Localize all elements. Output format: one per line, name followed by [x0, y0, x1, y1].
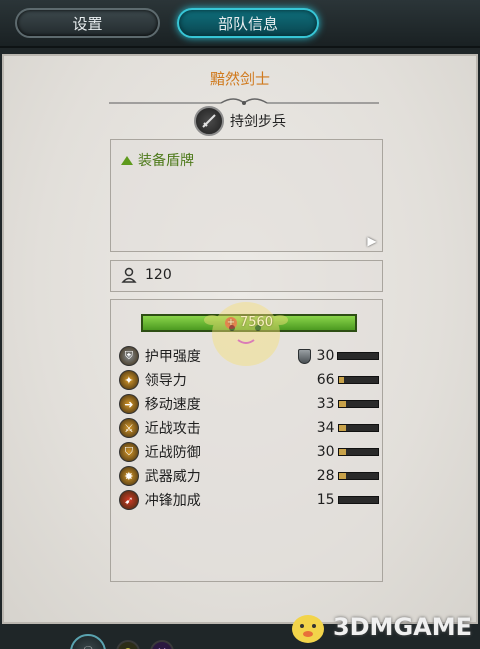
stat-row: ⛉ 近战防御 30 [119, 441, 379, 463]
stat-label: 近战防御 [144, 445, 201, 461]
stat-value: 30 [316, 348, 335, 364]
unit-size: 120 [121, 267, 172, 283]
stat-value: 15 [316, 492, 335, 508]
shield-icon [297, 348, 311, 364]
charge-bonus-icon: ➹ [119, 490, 139, 510]
melee-defence-icon: ⛉ [119, 442, 139, 462]
stat-label: 近战攻击 [144, 421, 201, 437]
stat-value: 28 [316, 468, 335, 484]
sword-infantry-icon [194, 106, 224, 136]
stat-row: ➜ 移动速度 33 [119, 393, 379, 415]
stat-bar-fill [338, 473, 346, 479]
watermark-mascot [204, 302, 288, 366]
tab-unit-info[interactable]: 部队信息 [177, 8, 319, 38]
stat-value: 34 [316, 420, 335, 436]
expand-arrow-icon[interactable]: ▶ [366, 234, 378, 248]
mascot-logo-icon [291, 615, 324, 643]
ability-label: 装备盾牌 [138, 153, 194, 169]
stat-bar [337, 472, 379, 480]
stat-bar-fill [338, 377, 345, 383]
stat-label: 冲锋加成 [144, 493, 201, 509]
stat-bar [337, 448, 379, 456]
watermark-text: 3DMGAME [332, 613, 472, 641]
stat-label: 移动速度 [144, 397, 201, 413]
watermark: 3DMGAME [287, 609, 472, 645]
armor-icon: ⛨ [119, 346, 139, 366]
unit-size-value: 120 [145, 267, 172, 283]
stat-label: 武器威力 [144, 469, 201, 485]
stat-bar-fill [338, 449, 346, 455]
stat-bar [337, 376, 379, 384]
sword-ability-icon[interactable]: ✕ [150, 640, 174, 649]
stat-bar-fill [338, 425, 346, 431]
stat-bar [337, 400, 379, 408]
unit-info-panel: 黯然剑士 持剑步兵 装备盾牌 ▶ 120 ⛨ 护甲强度 30 ✦ 领导力 66 … [2, 54, 478, 649]
unit-name: 黯然剑士 [209, 70, 270, 88]
stat-value: 30 [316, 444, 335, 460]
skull-icon[interactable]: ☠ [70, 634, 106, 649]
melee-attack-icon: ⚔ [119, 418, 139, 438]
tab-settings-label: 设置 [72, 14, 103, 33]
stat-value: 33 [316, 396, 335, 412]
tab-settings[interactable]: 设置 [15, 8, 160, 38]
unit-type-label: 持剑步兵 [230, 114, 286, 130]
person-icon [121, 267, 137, 283]
tab-unit-info-label: 部队信息 [217, 14, 278, 33]
stat-bar-fill [338, 401, 346, 407]
stat-bar [337, 496, 379, 504]
unit-type: 持剑步兵 [194, 105, 286, 137]
leadership-icon: ✦ [119, 370, 139, 390]
stat-bar [337, 352, 380, 360]
triangle-up-icon [121, 155, 133, 165]
abilities-box: 装备盾牌 ▶ [110, 139, 383, 252]
stat-bar [337, 424, 379, 432]
stat-row: ➹ 冲锋加成 15 [119, 489, 379, 511]
top-bar: 设置 部队信息 [0, 0, 480, 48]
speed-icon: ➜ [119, 394, 139, 414]
stat-row: ⚔ 近战攻击 34 [119, 417, 379, 439]
unit-badges: ☠ ◉ ✕ [70, 634, 174, 649]
stat-value: 66 [316, 372, 335, 388]
ability-item[interactable]: 装备盾牌 [121, 150, 194, 170]
weapon-strength-icon: ✸ [119, 466, 139, 486]
eye-icon[interactable]: ◉ [116, 640, 140, 649]
stat-row: ✸ 武器威力 28 [119, 465, 379, 487]
